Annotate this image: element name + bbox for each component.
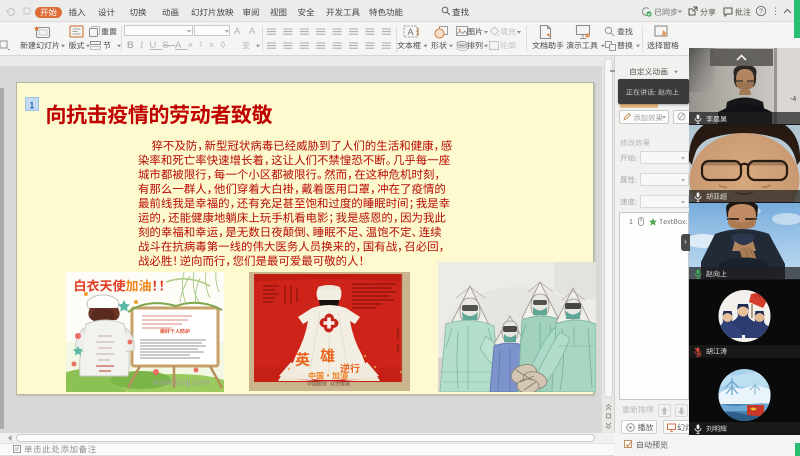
svg-text:A: A: [407, 27, 413, 37]
